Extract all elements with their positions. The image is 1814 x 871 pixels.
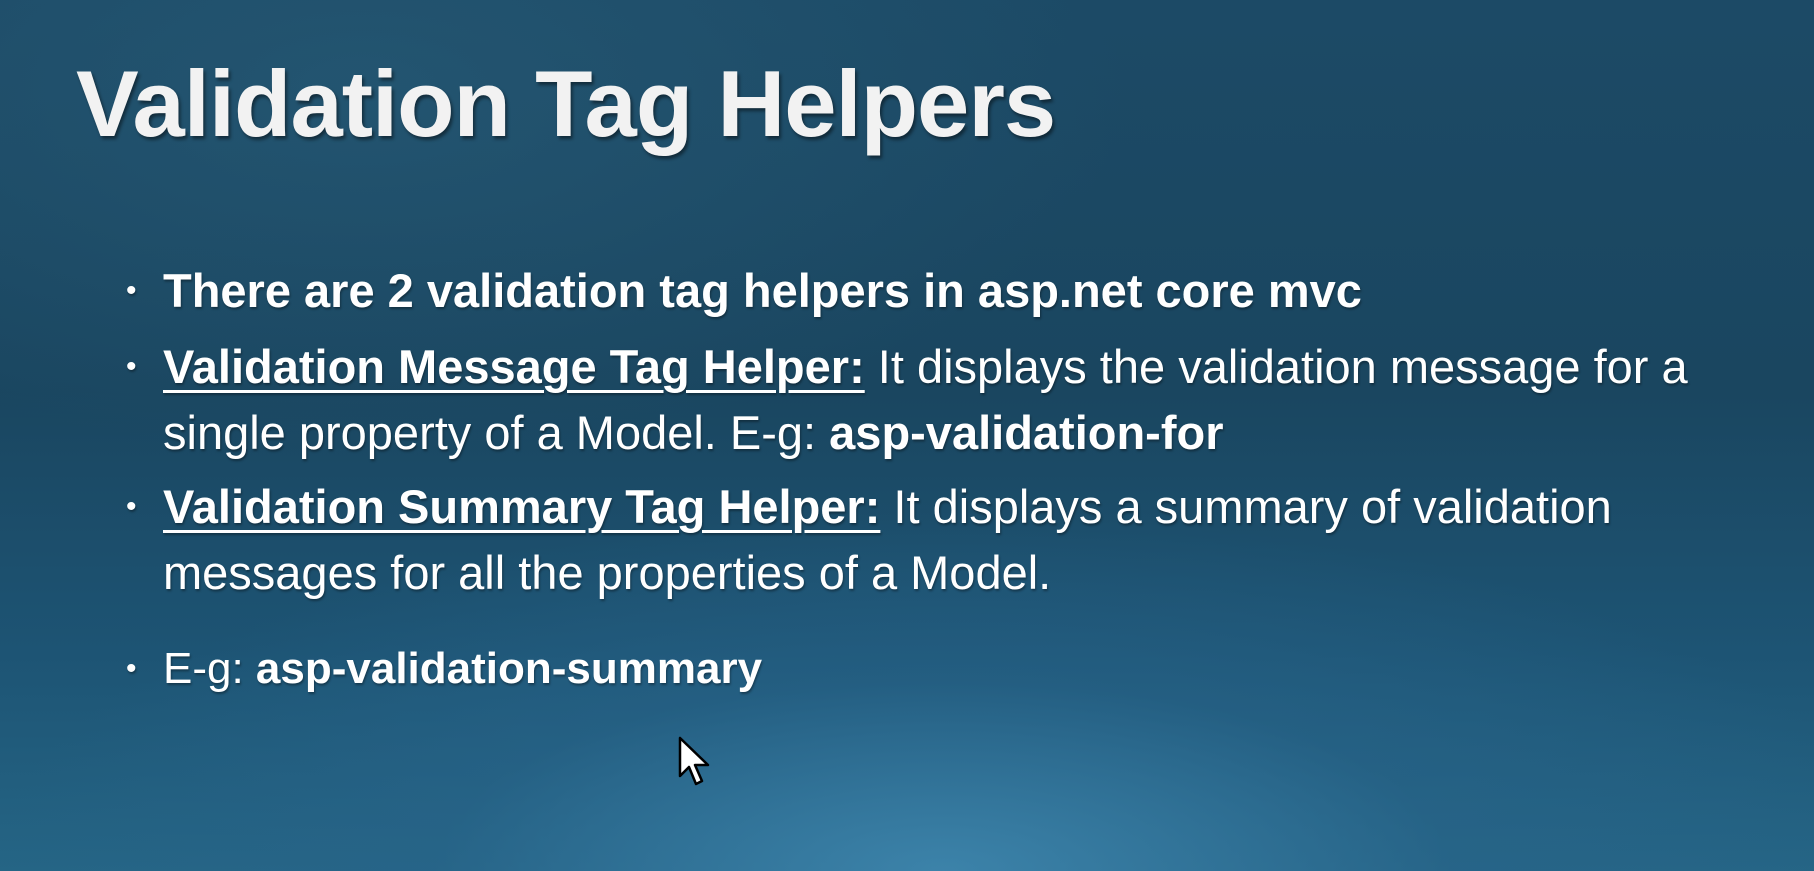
bullet-glyph: • — [126, 652, 137, 685]
bullet-heading: Validation Summary Tag Helper: — [163, 480, 881, 533]
bullet-glyph: • — [126, 490, 137, 523]
bullet-list: • There are 2 validation tag helpers in … — [126, 258, 1766, 714]
bullet-text: There are 2 validation tag helpers in as… — [163, 264, 1362, 317]
bullet-heading: Validation Message Tag Helper: — [163, 340, 865, 393]
bullet-item: • E-g: asp-validation-summary — [126, 636, 1766, 702]
bullet-glyph: • — [126, 350, 137, 383]
bullet-item: • Validation Summary Tag Helper: It disp… — [126, 474, 1766, 606]
code-term: asp-validation-for — [829, 406, 1224, 459]
code-term: asp-validation-summary — [255, 644, 763, 693]
slide: Validation Tag Helpers • There are 2 val… — [0, 0, 1814, 871]
slide-title: Validation Tag Helpers — [76, 51, 1056, 156]
bullet-text: E-g: — [163, 644, 256, 693]
bullet-item: • Validation Message Tag Helper: It disp… — [126, 334, 1766, 466]
bullet-item: • There are 2 validation tag helpers in … — [126, 258, 1766, 324]
bullet-glyph: • — [126, 274, 137, 307]
mouse-pointer-icon — [678, 736, 710, 786]
